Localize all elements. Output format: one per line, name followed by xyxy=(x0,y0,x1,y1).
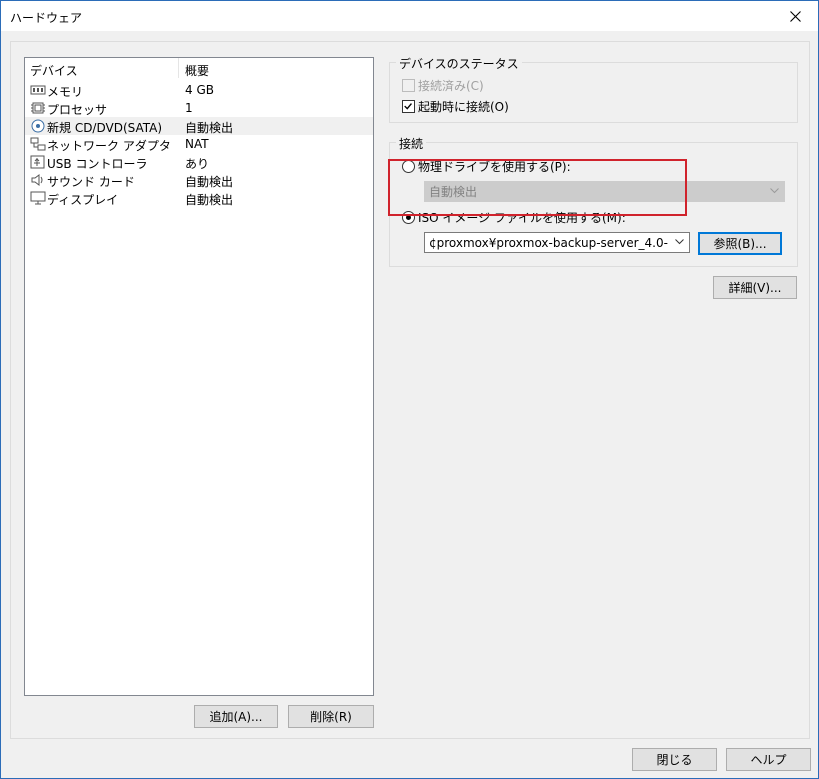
close-window-button[interactable] xyxy=(772,1,818,31)
connection-title: 接続 xyxy=(396,135,427,152)
chevron-down-icon xyxy=(770,188,779,194)
device-summary: あり xyxy=(185,157,210,171)
memory-icon xyxy=(30,85,46,95)
device-name: ネットワーク アダプタ xyxy=(47,139,171,153)
connected-checkbox[interactable]: 接続済み(C) xyxy=(402,77,484,94)
close-dialog-button[interactable]: 閉じる xyxy=(632,748,717,771)
device-row-memory[interactable]: メモリ 4 GB xyxy=(25,81,373,99)
device-name: 新規 CD/DVD(SATA) xyxy=(47,121,163,135)
usb-icon xyxy=(30,155,45,169)
device-name: USB コントローラ xyxy=(47,157,148,171)
cd-dvd-icon xyxy=(31,119,45,133)
iso-path-value: ¢proxmox¥proxmox-backup-server_4.0-1.iso xyxy=(429,235,669,250)
device-status-title: デバイスのステータス xyxy=(396,55,522,72)
add-device-button[interactable]: 追加(A)... xyxy=(194,705,278,728)
remove-device-button[interactable]: 削除(R) xyxy=(288,705,374,728)
device-summary: 自動検出 xyxy=(185,121,234,135)
browse-button[interactable]: 参照(B)... xyxy=(698,232,782,255)
device-name: サウンド カード xyxy=(47,175,135,189)
device-row-processor[interactable]: プロセッサ 1 xyxy=(25,99,373,117)
hardware-dialog: ハードウェア デバイス 概要 メモリ 4 GB プロセッサ 1 新規 CD/DV… xyxy=(0,0,819,779)
device-list[interactable]: デバイス 概要 メモリ 4 GB プロセッサ 1 新規 CD/DVD(SATA)… xyxy=(24,57,374,696)
device-row-network[interactable]: ネットワーク アダプタ NAT xyxy=(25,135,373,153)
device-name: ディスプレイ xyxy=(47,193,119,207)
advanced-button[interactable]: 詳細(V)... xyxy=(713,276,797,299)
device-name: プロセッサ xyxy=(47,103,108,117)
checkbox-box xyxy=(402,79,415,92)
iso-path-select[interactable]: ¢proxmox¥proxmox-backup-server_4.0-1.iso xyxy=(424,232,690,253)
device-list-header: デバイス 概要 xyxy=(25,58,373,80)
connect-on-startup-label: 起動時に接続(O) xyxy=(418,100,509,114)
window-title: ハードウェア xyxy=(10,11,83,25)
device-row-usb[interactable]: USB コントローラ あり xyxy=(25,153,373,171)
column-header-summary[interactable]: 概要 xyxy=(185,62,209,79)
sound-icon xyxy=(31,174,43,186)
display-icon xyxy=(30,191,46,205)
checkmark-icon xyxy=(404,103,412,110)
device-summary: 自動検出 xyxy=(185,193,234,207)
device-summary: 4 GB xyxy=(185,83,214,97)
device-summary: 1 xyxy=(185,101,193,115)
column-separator[interactable] xyxy=(178,58,179,78)
highlight-box xyxy=(388,159,687,216)
connected-label: 接続済み(C) xyxy=(418,79,484,93)
processor-icon xyxy=(31,102,45,114)
device-row-cd-dvd[interactable]: 新規 CD/DVD(SATA) 自動検出 xyxy=(25,117,373,135)
device-summary: NAT xyxy=(185,137,209,151)
chevron-down-icon xyxy=(675,239,684,245)
device-status-group: デバイスのステータス 接続済み(C) 起動時に接続(O) xyxy=(389,55,798,123)
column-header-device[interactable]: デバイス xyxy=(30,62,78,79)
checkbox-box xyxy=(402,100,415,113)
device-row-display[interactable]: ディスプレイ 自動検出 xyxy=(25,189,373,207)
device-name: メモリ xyxy=(47,85,84,99)
title-bar: ハードウェア xyxy=(1,1,818,31)
connect-on-startup-checkbox[interactable]: 起動時に接続(O) xyxy=(402,98,509,115)
close-icon xyxy=(789,10,801,22)
hardware-panel: デバイス 概要 メモリ 4 GB プロセッサ 1 新規 CD/DVD(SATA)… xyxy=(10,41,810,739)
device-summary: 自動検出 xyxy=(185,175,234,189)
help-button[interactable]: ヘルプ xyxy=(726,748,811,771)
device-row-sound[interactable]: サウンド カード 自動検出 xyxy=(25,171,373,189)
network-icon xyxy=(30,137,46,151)
